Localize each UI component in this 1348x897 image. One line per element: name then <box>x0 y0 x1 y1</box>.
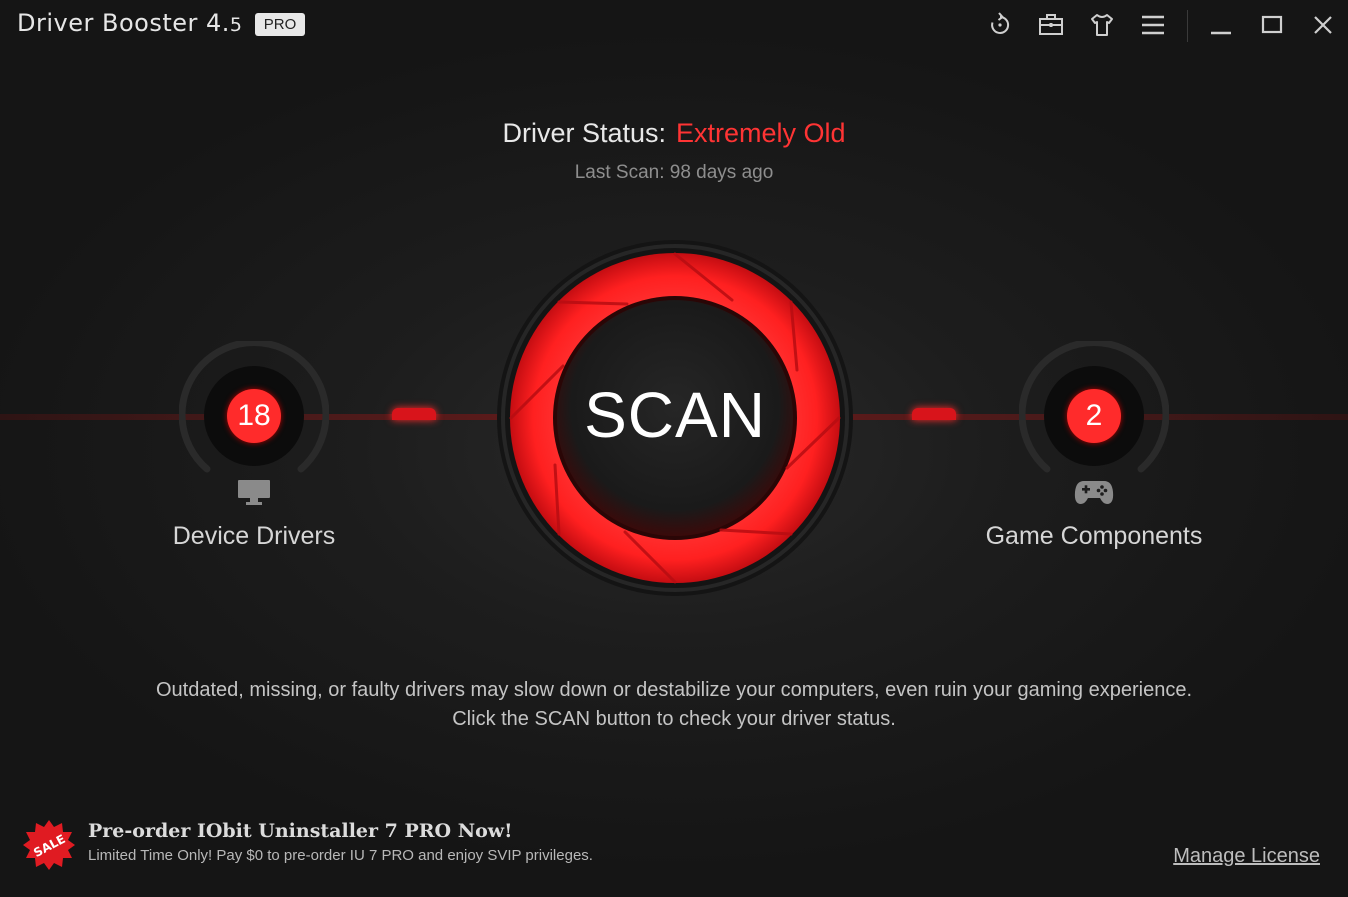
device-drivers-count[interactable]: 18 <box>227 389 281 443</box>
skin-icon[interactable] <box>1087 10 1117 40</box>
promo-title[interactable]: Pre-order IObit Uninstaller 7 PRO Now! <box>88 820 512 842</box>
gamepad-icon <box>1074 481 1114 504</box>
game-components-count[interactable]: 2 <box>1067 389 1121 443</box>
toolbar-separator <box>1187 10 1188 42</box>
app-version-sub: 5 <box>229 14 243 36</box>
last-scan-text: Last Scan: 98 days ago <box>574 162 774 183</box>
description-text: Outdated, missing, or faulty drivers may… <box>155 679 1193 730</box>
app-title: Driver Booster 4.5 <box>17 9 242 37</box>
toolbox-icon[interactable] <box>1036 10 1066 40</box>
right-rail-glow <box>912 408 956 420</box>
monitor-icon <box>238 480 270 505</box>
manage-license-link[interactable]: Manage License <box>1173 845 1320 868</box>
maximize-icon[interactable] <box>1257 10 1287 40</box>
left-rail-glow <box>392 408 436 420</box>
scan-button[interactable] <box>497 240 853 596</box>
device-drivers-label[interactable]: Device Drivers <box>134 522 374 551</box>
restore-icon[interactable] <box>985 10 1015 40</box>
app-title-main: Driver Booster 4. <box>17 9 230 37</box>
driver-status: Driver Status: Extremely Old <box>0 118 1348 149</box>
menu-icon[interactable] <box>1138 10 1168 40</box>
close-icon[interactable] <box>1308 10 1338 40</box>
driver-status-value: Extremely Old <box>676 118 846 148</box>
promo-subtitle: Limited Time Only! Pay $0 to pre-order I… <box>88 847 593 864</box>
minimize-icon[interactable] <box>1206 10 1236 40</box>
pro-badge: PRO <box>255 13 305 36</box>
sale-badge-icon[interactable]: SALE <box>22 818 76 872</box>
title-bar: Driver Booster 4.5 PRO <box>0 0 1348 52</box>
driver-status-label: Driver Status: <box>502 118 666 148</box>
game-components-label[interactable]: Game Components <box>974 522 1214 551</box>
